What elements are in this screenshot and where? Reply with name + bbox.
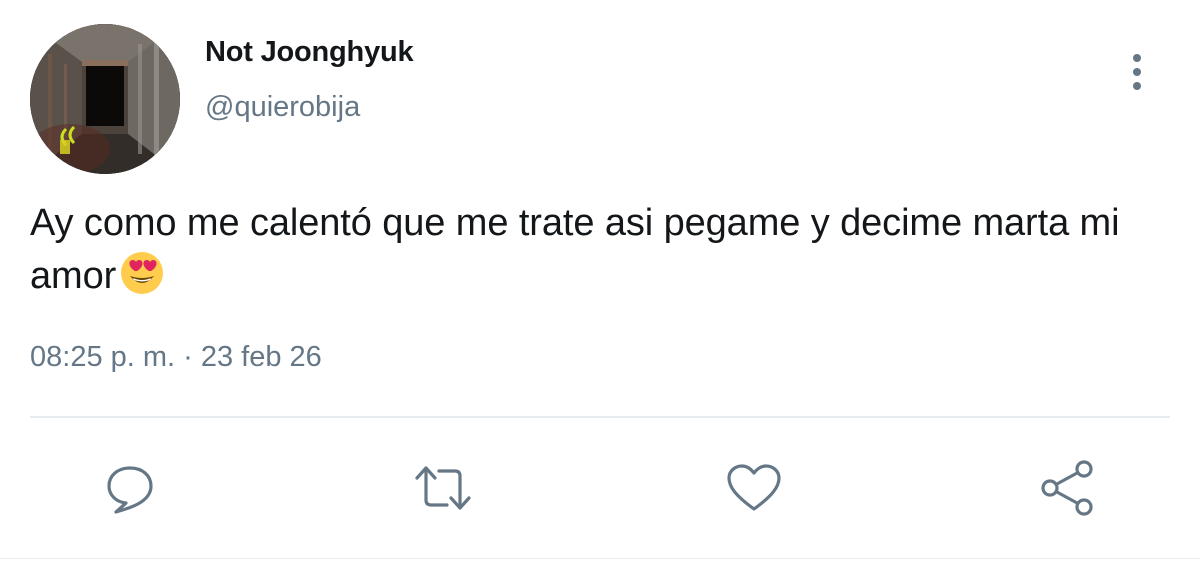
bottom-border <box>0 558 1200 559</box>
heart-icon <box>727 464 781 511</box>
heart-eyes-emoji-icon <box>120 251 164 295</box>
tweet-text-content: Ay como me calentó que me trate asi pega… <box>30 202 1120 297</box>
divider <box>30 416 1170 418</box>
user-handle[interactable]: @quierobija <box>205 91 360 124</box>
tweet-text: Ay como me calentó que me trate asi pega… <box>30 197 1180 303</box>
retweet-button[interactable] <box>413 458 473 518</box>
like-button[interactable] <box>724 458 784 518</box>
share-button[interactable] <box>1038 458 1098 518</box>
avatar[interactable] <box>30 24 180 174</box>
vertical-dots-icon <box>1133 54 1141 90</box>
reply-button[interactable] <box>100 458 160 518</box>
retweet-arrows-icon <box>415 466 471 510</box>
display-name[interactable]: Not Joonghyuk <box>205 36 414 69</box>
share-nodes-icon <box>1041 460 1093 516</box>
speech-bubble-icon <box>107 466 153 514</box>
tweet-card: Not Joonghyuk @quierobija Ay como me cal… <box>0 0 1200 577</box>
more-options-button[interactable] <box>1120 52 1154 94</box>
tweet-timestamp[interactable]: 08:25 p. m. · 23 feb 26 <box>30 341 322 374</box>
